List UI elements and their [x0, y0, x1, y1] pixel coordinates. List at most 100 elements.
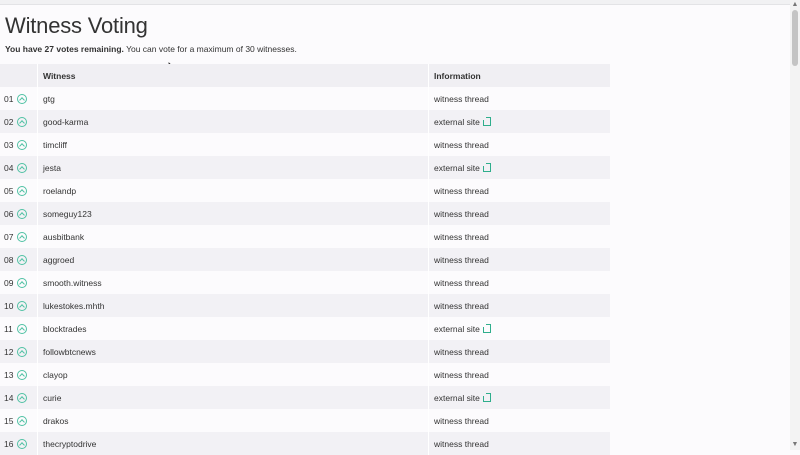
witness-name-link[interactable]: gtg — [43, 94, 55, 104]
scrollbar-thumb[interactable] — [792, 10, 798, 66]
witness-cell: someguy123 — [38, 202, 429, 225]
witness-name-link[interactable]: followbtcnews — [43, 347, 96, 357]
table-row: 11 blocktrades external site — [0, 317, 610, 340]
upvote-circle-icon[interactable] — [17, 300, 27, 311]
witness-thread-link[interactable]: witness thread — [434, 347, 489, 357]
witness-name-link[interactable]: clayop — [43, 370, 68, 380]
upvote-circle-icon[interactable] — [17, 277, 27, 288]
witness-thread-link[interactable]: witness thread — [434, 301, 489, 311]
upvote-circle-icon[interactable] — [17, 93, 27, 104]
rank-number: 11 — [4, 323, 13, 334]
rank-cell: 02 — [0, 110, 38, 133]
rank-number: 02 — [4, 116, 14, 127]
witness-thread-link[interactable]: witness thread — [434, 140, 489, 150]
information-cell: witness thread — [429, 409, 610, 432]
scroll-down-arrow-icon[interactable]: ▼ — [790, 440, 800, 450]
information-cell: witness thread — [429, 225, 610, 248]
witness-thread-link[interactable]: witness thread — [434, 94, 489, 104]
header-rank — [0, 64, 38, 87]
table-header-row: Witness Information — [0, 64, 610, 87]
upvote-circle-icon[interactable] — [17, 415, 27, 426]
witness-name-link[interactable]: blocktrades — [43, 324, 86, 334]
rank-cell: 01 — [0, 87, 38, 110]
rank-cell: 16 — [0, 432, 38, 455]
witness-name-link[interactable]: ausbitbank — [43, 232, 84, 242]
external-link-icon — [482, 323, 491, 333]
information-cell: witness thread — [429, 271, 610, 294]
witness-thread-link[interactable]: witness thread — [434, 278, 489, 288]
upvote-circle-icon[interactable] — [17, 346, 27, 357]
upvote-circle-icon[interactable] — [17, 369, 27, 380]
upvote-circle-icon[interactable] — [17, 139, 27, 150]
witness-name-link[interactable]: curie — [43, 393, 61, 403]
table-row: 07 ausbitbank witness thread — [0, 225, 610, 248]
rank-number: 07 — [4, 231, 14, 242]
information-cell: witness thread — [429, 202, 610, 225]
header-witness: Witness — [38, 64, 429, 87]
information-cell: witness thread — [429, 248, 610, 271]
upvote-circle-icon[interactable] — [17, 254, 27, 265]
external-site-link[interactable]: external site — [434, 393, 480, 403]
rank-cell: 05 — [0, 179, 38, 202]
information-cell: witness thread — [429, 432, 610, 455]
information-cell: witness thread — [429, 294, 610, 317]
rank-number: 15 — [4, 415, 14, 426]
information-cell: witness thread — [429, 179, 610, 202]
upvote-circle-icon[interactable] — [17, 162, 27, 173]
table-row: 05 roelandp witness thread — [0, 179, 610, 202]
external-site-link[interactable]: external site — [434, 324, 480, 334]
external-site-link[interactable]: external site — [434, 117, 480, 127]
witness-thread-link[interactable]: witness thread — [434, 209, 489, 219]
witness-thread-link[interactable]: witness thread — [434, 370, 489, 380]
witness-thread-link[interactable]: witness thread — [434, 232, 489, 242]
rank-cell: 04 — [0, 156, 38, 179]
witness-name-link[interactable]: good-karma — [43, 117, 88, 127]
table-row: 10 lukestokes.mhth witness thread — [0, 294, 610, 317]
upvote-circle-icon[interactable] — [17, 323, 27, 334]
witness-thread-link[interactable]: witness thread — [434, 439, 489, 449]
table-row: 12 followbtcnews witness thread — [0, 340, 610, 363]
rank-number: 13 — [4, 369, 14, 380]
external-link-icon — [482, 116, 491, 126]
upvote-circle-icon[interactable] — [17, 231, 27, 242]
witness-cell: lukestokes.mhth — [38, 294, 429, 317]
witness-name-link[interactable]: someguy123 — [43, 209, 92, 219]
witness-name-link[interactable]: jesta — [43, 163, 61, 173]
witness-thread-link[interactable]: witness thread — [434, 255, 489, 265]
witness-thread-link[interactable]: witness thread — [434, 186, 489, 196]
rank-number: 16 — [4, 438, 14, 449]
upvote-circle-icon[interactable] — [17, 116, 27, 127]
rank-cell: 14 — [0, 386, 38, 409]
rank-number: 14 — [4, 392, 14, 403]
rank-cell: 12 — [0, 340, 38, 363]
witness-name-link[interactable]: drakos — [43, 416, 69, 426]
upvote-circle-icon[interactable] — [17, 392, 27, 403]
scroll-up-arrow-icon[interactable]: ▲ — [790, 0, 800, 10]
rank-cell: 03 — [0, 133, 38, 156]
witness-name-link[interactable]: lukestokes.mhth — [43, 301, 104, 311]
upvote-circle-icon[interactable] — [17, 208, 27, 219]
witness-name-link[interactable]: roelandp — [43, 186, 76, 196]
witness-thread-link[interactable]: witness thread — [434, 416, 489, 426]
rank-number: 10 — [4, 300, 14, 311]
information-cell: external site — [429, 110, 610, 133]
witness-name-link[interactable]: timcliff — [43, 140, 67, 150]
header-information: Information — [434, 70, 481, 81]
witness-cell: blocktrades — [38, 317, 429, 340]
page-title: Witness Voting — [5, 13, 148, 38]
witness-name-link[interactable]: smooth.witness — [43, 278, 102, 288]
external-site-link[interactable]: external site — [434, 163, 480, 173]
table-row: 02 good-karma external site — [0, 110, 610, 133]
table-row: 01 gtg witness thread — [0, 87, 610, 110]
upvote-circle-icon[interactable] — [17, 438, 27, 449]
upvote-circle-icon[interactable] — [17, 185, 27, 196]
rank-cell: 11 — [0, 317, 38, 340]
vertical-scrollbar[interactable]: ▲ ▼ — [790, 0, 800, 450]
table-row: 15 drakos witness thread — [0, 409, 610, 432]
table-row: 08 aggroed witness thread — [0, 248, 610, 271]
votes-remaining-count: You have 27 votes remaining. — [5, 44, 124, 54]
votes-maximum-text: You can vote for a maximum of 30 witness… — [123, 44, 297, 54]
information-cell: external site — [429, 156, 610, 179]
witness-name-link[interactable]: aggroed — [43, 255, 74, 265]
witness-name-link[interactable]: thecryptodrive — [43, 439, 96, 449]
